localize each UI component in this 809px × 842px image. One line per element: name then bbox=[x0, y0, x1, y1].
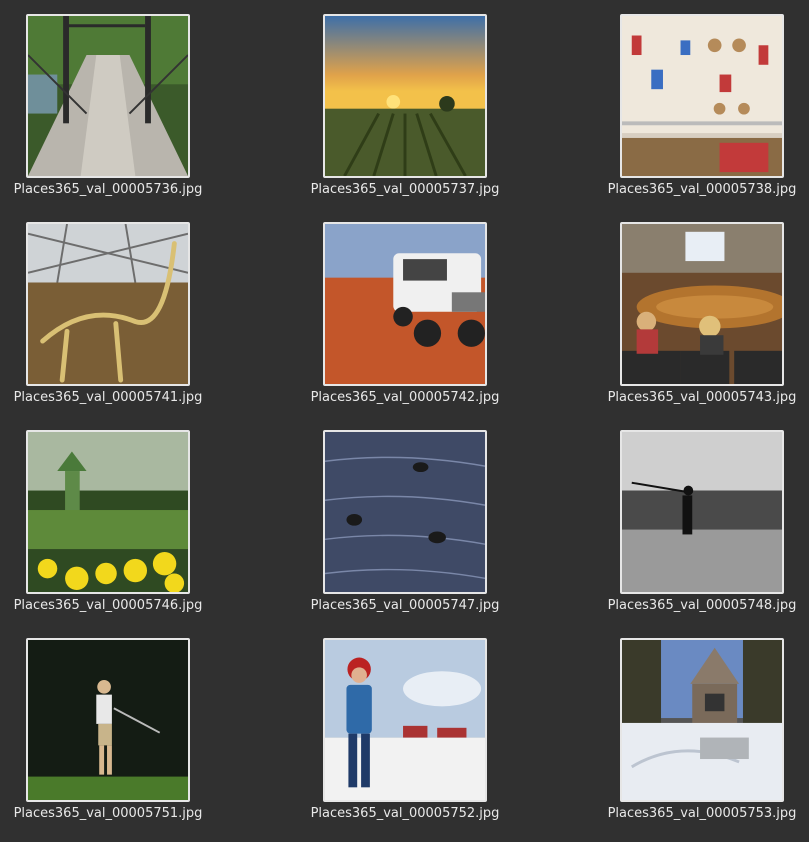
file-item[interactable]: Places365_val_00005742.jpg bbox=[305, 222, 505, 422]
file-item[interactable]: Places365_val_00005736.jpg bbox=[8, 14, 208, 214]
file-item[interactable]: Places365_val_00005747.jpg bbox=[305, 430, 505, 630]
beach-fishing-photo-icon bbox=[620, 430, 784, 594]
file-item[interactable]: Places365_val_00005737.jpg bbox=[305, 14, 505, 214]
file-item[interactable]: Places365_val_00005741.jpg bbox=[8, 222, 208, 422]
file-item[interactable]: Places365_val_00005748.jpg bbox=[602, 430, 802, 630]
file-name: Places365_val_00005742.jpg bbox=[310, 390, 500, 405]
vineyard-sunset-photo-icon bbox=[323, 14, 487, 178]
file-name: Places365_val_00005737.jpg bbox=[310, 182, 500, 197]
geese-water-photo-icon bbox=[323, 430, 487, 594]
garden-flowers-photo-icon bbox=[26, 430, 190, 594]
file-grid: Places365_val_00005736.jpg Places365_val… bbox=[0, 0, 809, 842]
file-item[interactable]: Places365_val_00005752.jpg bbox=[305, 638, 505, 838]
file-name: Places365_val_00005753.jpg bbox=[607, 806, 797, 821]
file-item[interactable]: Places365_val_00005746.jpg bbox=[8, 430, 208, 630]
file-name: Places365_val_00005741.jpg bbox=[13, 390, 203, 405]
file-item[interactable]: Places365_val_00005753.jpg bbox=[602, 638, 802, 838]
snowy-house-photo-icon bbox=[620, 638, 784, 802]
conference-room-photo-icon bbox=[620, 222, 784, 386]
file-name: Places365_val_00005747.jpg bbox=[310, 598, 500, 613]
white-suv-desert-photo-icon bbox=[323, 222, 487, 386]
child-snow-photo-icon bbox=[323, 638, 487, 802]
file-item[interactable]: Places365_val_00005743.jpg bbox=[602, 222, 802, 422]
file-name: Places365_val_00005738.jpg bbox=[607, 182, 797, 197]
file-item[interactable]: Places365_val_00005751.jpg bbox=[8, 638, 208, 838]
dinosaur-skeleton-photo-icon bbox=[26, 222, 190, 386]
file-item[interactable]: Places365_val_00005738.jpg bbox=[602, 14, 802, 214]
footbridge-photo-icon bbox=[26, 14, 190, 178]
store-shelves-photo-icon bbox=[620, 14, 784, 178]
file-name: Places365_val_00005746.jpg bbox=[13, 598, 203, 613]
golfer-photo-icon bbox=[26, 638, 190, 802]
file-name: Places365_val_00005743.jpg bbox=[607, 390, 797, 405]
file-name: Places365_val_00005751.jpg bbox=[13, 806, 203, 821]
file-name: Places365_val_00005736.jpg bbox=[13, 182, 203, 197]
file-name: Places365_val_00005748.jpg bbox=[607, 598, 797, 613]
file-name: Places365_val_00005752.jpg bbox=[310, 806, 500, 821]
